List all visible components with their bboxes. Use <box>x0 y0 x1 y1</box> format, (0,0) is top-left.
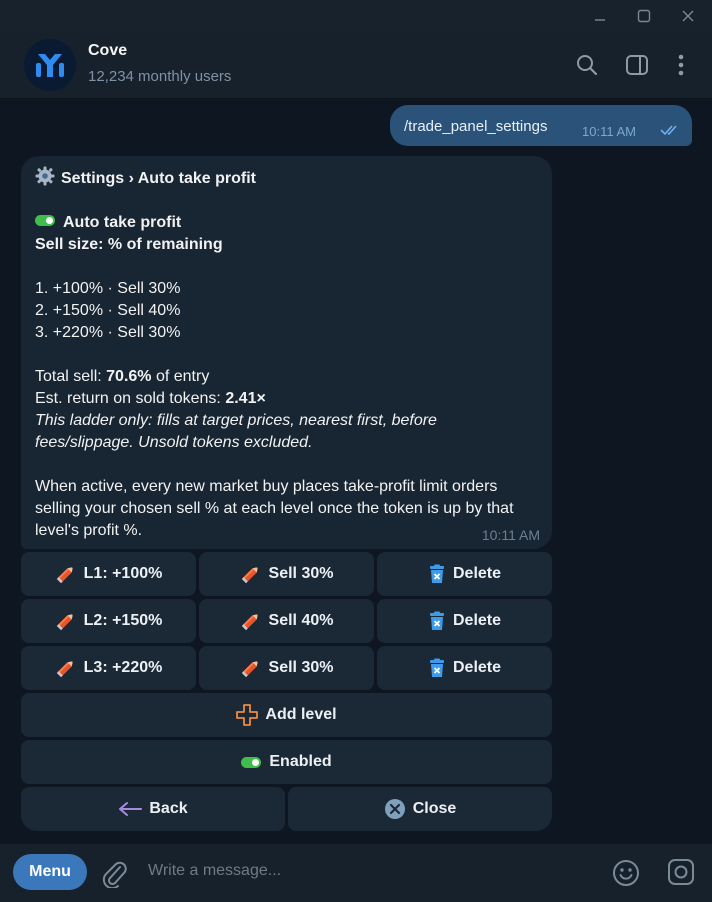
keyboard-row: Back Close <box>21 787 552 831</box>
maximize-icon <box>637 9 651 23</box>
chat-title: Cove <box>88 42 128 59</box>
maximize-button[interactable] <box>622 0 666 32</box>
message-input[interactable] <box>148 862 568 880</box>
total-sell-prefix: Total sell: <box>35 368 107 385</box>
button-label: Sell 30% <box>268 565 334 582</box>
level-line: 3. +220% · Sell 30% <box>35 324 181 341</box>
button-label: Delete <box>452 565 502 582</box>
sell-size-label: Sell size: % of remaining <box>35 236 223 253</box>
gear-icon <box>35 166 55 186</box>
keyboard-row: Enabled <box>21 740 552 784</box>
outgoing-message-text: /trade_panel_settings <box>404 118 548 135</box>
add-level-button[interactable]: Add level <box>21 693 552 737</box>
button-label: Sell 40% <box>268 612 334 629</box>
attach-icon[interactable] <box>100 858 128 888</box>
button-label: Add level <box>265 706 337 723</box>
pencil-icon <box>241 613 258 631</box>
outgoing-message-time: 10:11 AM <box>582 124 636 139</box>
keyboard-row: L3: +220% Sell 30% Delete <box>21 646 552 690</box>
chat-header[interactable]: Cove 12,234 monthly users <box>0 32 712 99</box>
trash-icon <box>429 564 444 583</box>
more-options-button[interactable] <box>668 52 694 78</box>
button-label: Delete <box>452 612 502 629</box>
search-button[interactable] <box>574 52 600 78</box>
edit-sell-2-button[interactable]: Sell 40% <box>199 599 374 643</box>
pencil-icon <box>56 566 73 584</box>
auto-tp-label: Auto take profit <box>63 214 182 231</box>
button-label: Sell 30% <box>268 659 334 676</box>
close-icon <box>682 10 694 22</box>
level-line: 2. +150% · Sell 40% <box>35 302 181 319</box>
search-icon <box>577 55 598 76</box>
emoji-icon[interactable] <box>611 858 641 888</box>
button-label: L2: +150% <box>83 612 163 629</box>
enabled-toggle-button[interactable]: Enabled <box>21 740 552 784</box>
avatar[interactable] <box>24 39 76 91</box>
delete-level-3-button[interactable]: Delete <box>377 646 552 690</box>
settings-breadcrumb: Settings › Auto take profit <box>61 170 256 187</box>
sidebar-icon <box>626 55 648 75</box>
keyboard-row: L2: +150% Sell 40% Delete <box>21 599 552 643</box>
minimize-button[interactable] <box>578 0 622 32</box>
close-circle-icon <box>384 799 405 819</box>
close-button[interactable]: Close <box>288 787 552 831</box>
camera-icon[interactable] <box>667 858 695 886</box>
cove-logo-icon <box>24 39 76 91</box>
pencil-icon <box>241 566 258 584</box>
trash-icon <box>429 611 444 630</box>
est-return-prefix: Est. return on sold tokens: <box>35 390 226 407</box>
edit-sell-1-button[interactable]: Sell 30% <box>199 552 374 596</box>
pencil-icon <box>56 613 73 631</box>
trash-icon <box>429 658 444 677</box>
message-list[interactable]: /trade_panel_settings 10:11 AM Settings … <box>0 99 712 844</box>
description-text: When active, every new market buy places… <box>35 478 514 539</box>
toggle-on-icon <box>35 215 55 226</box>
back-arrow-icon <box>119 802 143 816</box>
delete-level-2-button[interactable]: Delete <box>377 599 552 643</box>
est-return-value: 2.41× <box>225 390 266 407</box>
level-line: 1. +100% · Sell 30% <box>35 280 181 297</box>
button-label: Enabled <box>269 753 332 770</box>
delete-level-1-button[interactable]: Delete <box>377 552 552 596</box>
keyboard-row: L1: +100% Sell 30% Delete <box>21 552 552 596</box>
sidebar-toggle-button[interactable] <box>624 52 650 78</box>
minimize-icon <box>595 19 605 21</box>
incoming-message[interactable]: Settings › Auto take profit Auto take pr… <box>21 156 552 549</box>
read-checkmarks-icon <box>660 125 677 136</box>
edit-level-1-button[interactable]: L1: +100% <box>21 552 196 596</box>
back-button[interactable]: Back <box>21 787 285 831</box>
outgoing-message[interactable]: /trade_panel_settings 10:11 AM <box>390 105 692 146</box>
button-label: L1: +100% <box>83 565 163 582</box>
close-window-button[interactable] <box>666 0 710 32</box>
button-label: Delete <box>452 659 502 676</box>
incoming-message-text: Settings › Auto take profit Auto take pr… <box>35 166 540 542</box>
edit-level-2-button[interactable]: L2: +150% <box>21 599 196 643</box>
toggle-on-icon <box>241 756 262 768</box>
ladder-note: This ladder only: fills at target prices… <box>35 412 437 451</box>
keyboard-row: Add level <box>21 693 552 737</box>
plus-icon <box>236 704 259 726</box>
incoming-message-time: 10:11 AM <box>481 527 540 543</box>
message-composer: Menu <box>0 844 712 902</box>
more-icon <box>678 54 684 76</box>
window-titlebar <box>0 0 712 32</box>
button-label: Back <box>149 800 188 817</box>
pencil-icon <box>241 660 258 678</box>
button-label: Close <box>412 800 457 817</box>
total-sell-value: 70.6% <box>106 368 152 385</box>
pencil-icon <box>56 660 73 678</box>
menu-button[interactable]: Menu <box>13 854 87 890</box>
button-label: L3: +220% <box>83 659 163 676</box>
total-sell-suffix: of entry <box>151 368 210 385</box>
edit-level-3-button[interactable]: L3: +220% <box>21 646 196 690</box>
chat-subtitle: 12,234 monthly users <box>88 68 232 85</box>
edit-sell-3-button[interactable]: Sell 30% <box>199 646 374 690</box>
